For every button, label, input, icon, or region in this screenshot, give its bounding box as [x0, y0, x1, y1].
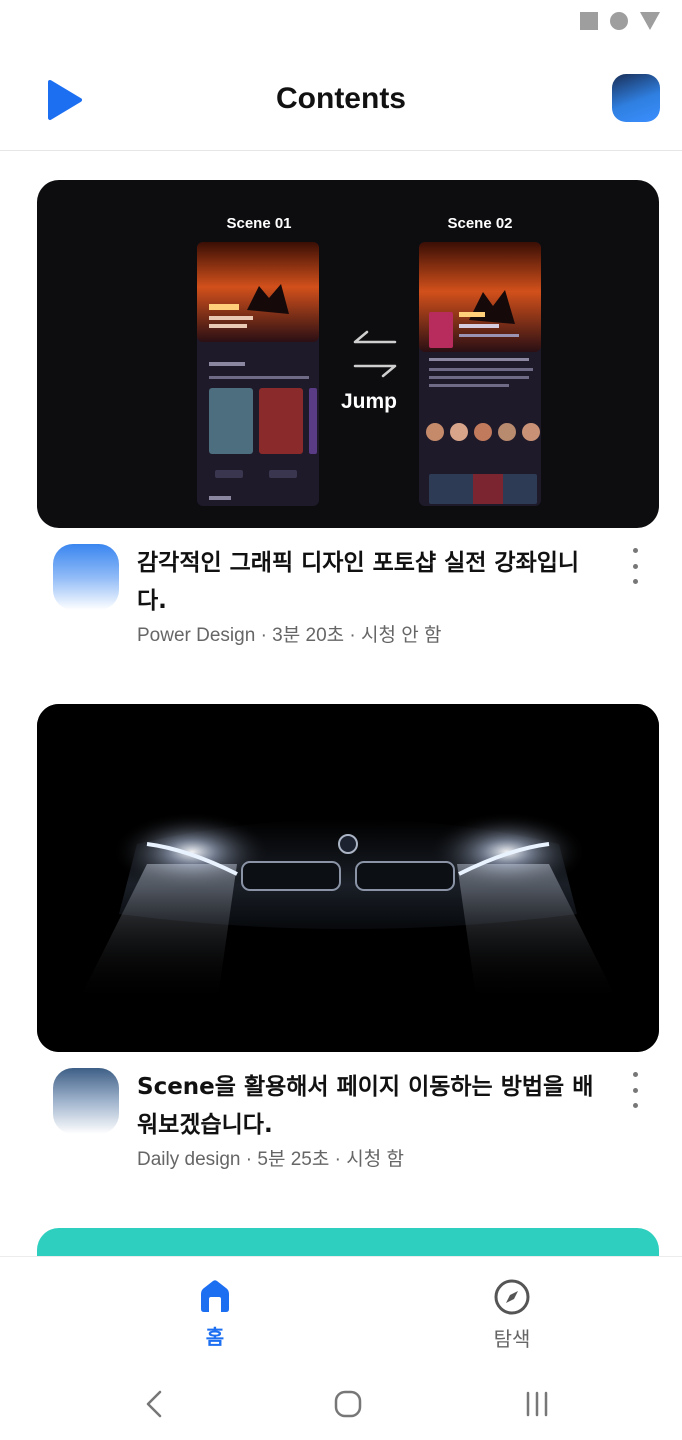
video-duration: 3분 20초	[272, 625, 345, 646]
video-duration: 5분 25초	[257, 1149, 330, 1170]
stop-icon	[580, 12, 598, 30]
car-artwork	[37, 704, 659, 1052]
thumbnail-artwork: Scene 01 Scene 02 Jump	[197, 215, 541, 506]
separator: ·	[334, 1149, 347, 1170]
channel-avatar[interactable]	[53, 1068, 119, 1134]
home-button-icon[interactable]	[328, 1384, 368, 1424]
separator: ·	[260, 625, 273, 646]
video-subtitle: Daily design · 5분 25초 · 시청 함	[137, 1144, 404, 1171]
more-options-icon[interactable]	[631, 548, 639, 584]
video-title[interactable]: 감각적인 그래픽 디자인 포토샵 실전 강좌입니다.	[137, 544, 607, 620]
video-thumbnail[interactable]	[37, 704, 659, 1052]
header-divider	[0, 150, 682, 151]
scene-left-label: Scene 01	[226, 215, 291, 232]
status-bar	[0, 0, 682, 44]
video-card[interactable]: Scene을 활용해서 페이지 이동하는 방법을 배워보겠습니다. Daily …	[37, 704, 659, 1202]
separator: ·	[245, 1149, 258, 1170]
app-bar: Contents	[0, 56, 682, 146]
status-icons	[580, 12, 660, 30]
nav-home-label: 홈	[205, 1325, 225, 1349]
video-thumbnail-partial[interactable]	[37, 1228, 659, 1256]
video-card[interactable]: Scene 01 Scene 02 Jump 감각적인 그래픽 디자인 포토샵 …	[37, 180, 659, 678]
system-navigation-bar	[0, 1366, 682, 1440]
nav-explore-label: 탐색	[493, 1327, 531, 1351]
video-meta: 감각적인 그래픽 디자인 포토샵 실전 강좌입니다. Power Design …	[37, 528, 659, 678]
video-subtitle: Power Design · 3분 20초 · 시청 안 함	[137, 620, 442, 647]
video-title[interactable]: Scene을 활용해서 페이지 이동하는 방법을 배워보겠습니다.	[137, 1068, 607, 1144]
nav-home[interactable]: 홈	[155, 1277, 275, 1350]
nav-explore[interactable]: 탐색	[452, 1277, 572, 1352]
watch-status: 시청 함	[346, 1149, 404, 1170]
channel-name: Power Design	[137, 625, 256, 646]
watch-status: 시청 안 함	[361, 625, 442, 646]
video-meta: Scene을 활용해서 페이지 이동하는 방법을 배워보겠습니다. Daily …	[37, 1052, 659, 1202]
record-icon	[610, 12, 628, 30]
video-thumbnail[interactable]: Scene 01 Scene 02 Jump	[37, 180, 659, 528]
channel-avatar[interactable]	[53, 544, 119, 610]
content-feed[interactable]: Scene 01 Scene 02 Jump 감각적인 그래픽 디자인 포토샵 …	[0, 180, 682, 1256]
profile-avatar[interactable]	[612, 74, 660, 122]
page-title: Contents	[276, 82, 406, 115]
bottom-navigation: 홈 탐색	[0, 1256, 682, 1366]
home-icon	[201, 1280, 229, 1312]
recent-apps-icon[interactable]	[517, 1384, 557, 1424]
channel-name: Daily design	[137, 1149, 241, 1170]
back-icon[interactable]	[135, 1384, 175, 1424]
separator: ·	[349, 625, 362, 646]
compass-icon	[494, 1279, 530, 1315]
signal-icon	[640, 12, 660, 30]
more-options-icon[interactable]	[631, 1072, 639, 1108]
scene-right-label: Scene 02	[447, 215, 512, 232]
jump-label: Jump	[341, 390, 397, 413]
